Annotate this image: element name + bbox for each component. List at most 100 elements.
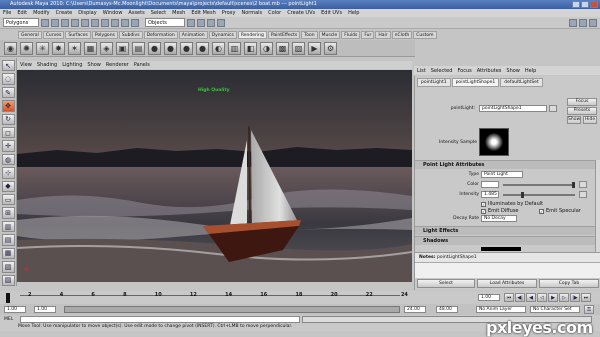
outliner-layout-icon[interactable]: ▨ xyxy=(1,274,15,286)
attr-menu-list[interactable]: List xyxy=(417,68,426,74)
emit-specular-checkbox[interactable]: ✓ xyxy=(539,208,544,214)
menu-create[interactable]: Create xyxy=(56,10,73,16)
render-settings-icon[interactable] xyxy=(217,18,225,27)
menu-mesh[interactable]: Mesh xyxy=(172,10,185,16)
channel-box-icon[interactable] xyxy=(569,18,577,27)
shelf-tab-hair[interactable]: Hair xyxy=(375,31,391,39)
start-time-field[interactable]: 1.00 xyxy=(4,306,26,313)
graph-editor-layout-icon[interactable]: ▧ xyxy=(1,261,15,273)
persp-outliner-icon[interactable]: ▥ xyxy=(1,220,15,233)
tool-settings-icon[interactable] xyxy=(589,18,597,27)
snap-curve-icon[interactable] xyxy=(111,18,119,27)
ambient-light-icon[interactable]: ✺ xyxy=(20,41,33,55)
spot-light-icon[interactable]: ✶ xyxy=(68,41,81,55)
anim-layer-dropdown[interactable]: No Anim Layer xyxy=(476,306,526,313)
intensity-slider[interactable] xyxy=(503,194,575,196)
render-settings-shelf-icon[interactable]: ⚙ xyxy=(324,41,337,55)
load-attributes-button[interactable]: Load Attributes xyxy=(477,279,537,288)
hypershade-icon[interactable]: ▣ xyxy=(116,41,129,55)
blinn-icon[interactable]: ● xyxy=(148,41,161,55)
attr-menu-help[interactable]: Help xyxy=(525,68,536,74)
step-forward-icon[interactable]: ▷ xyxy=(559,293,569,302)
mel-input[interactable] xyxy=(20,315,300,323)
intensity-field[interactable]: 1.485 xyxy=(481,191,499,198)
shelf-tab-fur[interactable]: Fur xyxy=(361,31,375,39)
soft-mod-icon[interactable]: ◍ xyxy=(1,153,15,166)
select-button[interactable]: Select xyxy=(417,279,475,288)
attr-scrollbar[interactable] xyxy=(595,160,600,252)
shelf-tab-subdivs[interactable]: Subdivs xyxy=(118,31,143,39)
go-end-icon[interactable]: ⏭ xyxy=(581,293,591,302)
node-name-field[interactable]: pointLightShape1 xyxy=(479,105,547,112)
tab-pointlight1[interactable]: pointLight1 xyxy=(417,78,451,87)
menu-edit[interactable]: Edit xyxy=(17,10,27,16)
decay-rate-dropdown[interactable]: No Decay xyxy=(481,215,517,222)
shelf-tab-rendering[interactable]: Rendering xyxy=(237,31,267,39)
lambert-icon[interactable]: ● xyxy=(164,41,177,55)
end-time-field[interactable]: 48.00 xyxy=(436,306,458,313)
menu-modify[interactable]: Modify xyxy=(33,10,50,16)
show-button[interactable]: Show xyxy=(567,116,581,124)
single-perspective-icon[interactable]: ▭ xyxy=(1,194,15,206)
shelf-tab-muscle[interactable]: Muscle xyxy=(318,31,341,39)
hide-button[interactable]: Hide xyxy=(583,116,597,124)
select-tool-icon[interactable]: ↖ xyxy=(1,60,15,72)
tab-pointlightshape1[interactable]: pointLightShape1 xyxy=(451,78,500,87)
shelf-tab-animation[interactable]: Animation xyxy=(178,31,208,39)
shelf-tab-general[interactable]: General xyxy=(18,31,42,39)
playback-start-field[interactable]: 1.00 xyxy=(34,306,56,313)
menu-create-uvs[interactable]: Create UVs xyxy=(287,10,315,16)
color-slider-knob[interactable] xyxy=(572,182,575,188)
show-manip-icon[interactable]: ⊹ xyxy=(1,167,15,179)
select-hierarchy-icon[interactable] xyxy=(71,18,79,27)
lasso-tool-icon[interactable]: ◌ xyxy=(1,73,15,85)
new-scene-icon[interactable] xyxy=(41,18,49,27)
range-bar[interactable] xyxy=(64,306,400,313)
panel-menu-panels[interactable]: Panels xyxy=(134,62,150,68)
panel-menu-view[interactable]: View xyxy=(20,62,32,68)
menu-color[interactable]: Color xyxy=(268,10,281,16)
render-icon[interactable] xyxy=(197,18,205,27)
playback-end-field[interactable]: 24.00 xyxy=(404,306,426,313)
shelf-tab-surfaces[interactable]: Surfaces xyxy=(65,31,91,39)
play-back-icon[interactable]: ◁ xyxy=(537,293,547,302)
color-swatch[interactable] xyxy=(481,181,499,188)
tab-defaultlightset[interactable]: defaultLightSet xyxy=(500,78,543,87)
phonge-icon[interactable]: ● xyxy=(196,41,209,55)
shadow-color-swatch[interactable] xyxy=(481,247,521,251)
shelf-tab-toon[interactable]: Toon xyxy=(301,31,318,39)
section-light-effects[interactable]: Light Effects xyxy=(415,226,600,235)
persp-graph-icon[interactable]: ▤ xyxy=(1,234,15,246)
rotate-tool-icon[interactable]: ↻ xyxy=(1,113,15,126)
panel-menu-show[interactable]: Show xyxy=(87,62,101,68)
directional-light-icon[interactable]: ✳ xyxy=(36,41,49,55)
attribute-editor-icon[interactable] xyxy=(579,18,587,27)
menu-edit-uvs[interactable]: Edit UVs xyxy=(321,10,342,16)
snap-point-icon[interactable] xyxy=(121,18,129,27)
illum-default-checkbox[interactable]: ✓ xyxy=(481,201,486,207)
close-icon[interactable] xyxy=(590,1,598,8)
intensity-slider-knob[interactable] xyxy=(521,192,524,198)
attr-menu-show[interactable]: Show xyxy=(506,68,520,74)
attr-menu-selected[interactable]: Selected xyxy=(431,68,453,74)
ipr-render-icon[interactable] xyxy=(207,18,215,27)
attr-menu-attributes[interactable]: Attributes xyxy=(477,68,502,74)
copy-tab-button[interactable]: Copy Tab xyxy=(539,279,599,288)
history-icon[interactable] xyxy=(187,18,195,27)
shelf-tab-dynamics[interactable]: Dynamics xyxy=(208,31,237,39)
shelf-tab-custom[interactable]: Custom xyxy=(413,31,437,39)
snap-grid-icon[interactable] xyxy=(101,18,109,27)
section-shadows[interactable]: Shadows xyxy=(415,236,600,245)
current-time-marker[interactable] xyxy=(6,293,10,303)
shelf-tab-fluids[interactable]: Fluids xyxy=(341,31,361,39)
focus-button[interactable]: Focus xyxy=(567,98,597,106)
shelf-tab-deformation[interactable]: Deformation xyxy=(143,31,178,39)
batch-render-icon[interactable]: ▶ xyxy=(308,41,321,55)
last-tool-icon[interactable]: ◆ xyxy=(1,180,15,193)
go-start-icon[interactable]: ⏮ xyxy=(504,293,514,302)
intensity-map-icon[interactable] xyxy=(579,191,587,198)
volume-light-icon[interactable]: ◈ xyxy=(100,41,113,55)
shelf-tab-painteffects[interactable]: PaintEffects xyxy=(267,31,301,39)
anisotropic-icon[interactable]: ◐ xyxy=(212,41,225,55)
shelf-tab-polygons[interactable]: Polygons xyxy=(91,31,118,39)
